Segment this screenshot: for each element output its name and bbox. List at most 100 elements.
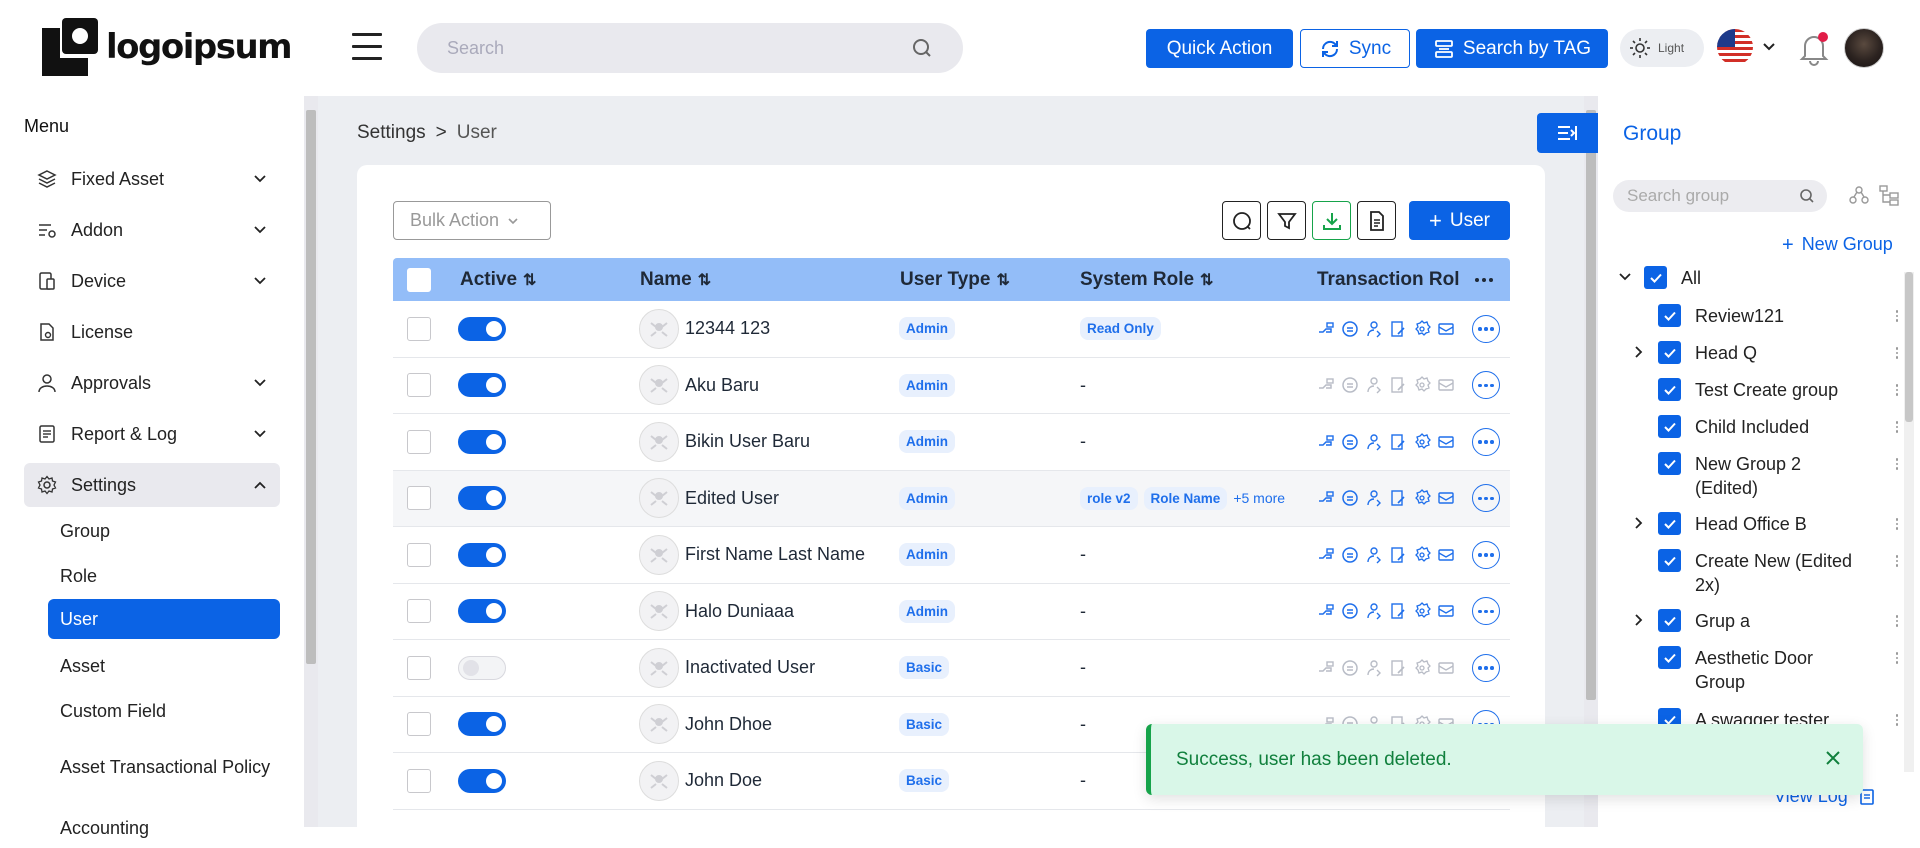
group-tree-item[interactable]: Head Office B <box>1598 512 1898 536</box>
user-name[interactable]: Edited User <box>685 488 779 509</box>
row-checkbox[interactable] <box>407 712 431 737</box>
new-group-button[interactable]: + New Group <box>1782 234 1893 255</box>
sidebar-item-license[interactable]: License <box>24 310 280 354</box>
transfer-icon[interactable] <box>1365 489 1383 507</box>
row-checkbox[interactable] <box>407 486 431 511</box>
hamburger-menu-button[interactable] <box>352 33 382 61</box>
active-toggle[interactable] <box>458 486 506 511</box>
group-tree-item[interactable]: New Group 2 (Edited) <box>1598 452 1898 500</box>
settings-badge-icon[interactable] <box>1413 658 1431 677</box>
table-row[interactable]: Aku Baru Admin - <box>393 358 1510 414</box>
sidebar-subitem-role[interactable]: Role <box>48 556 280 596</box>
edit-asset-icon[interactable] <box>1389 433 1407 451</box>
user-name[interactable]: 12344 123 <box>685 318 770 339</box>
more-roles-link[interactable]: +5 more <box>1233 490 1285 506</box>
search-icon[interactable] <box>911 37 933 59</box>
user-name[interactable]: Inactivated User <box>685 657 815 678</box>
edit-asset-icon[interactable] <box>1389 659 1407 677</box>
row-checkbox[interactable] <box>407 542 431 567</box>
mail-icon[interactable] <box>1437 376 1455 394</box>
group-tree-item[interactable]: Child Included <box>1598 415 1898 439</box>
group-options-button[interactable] <box>1895 555 1898 567</box>
global-search-input[interactable] <box>447 37 911 59</box>
logo[interactable]: logoipsum <box>42 18 293 76</box>
handover-icon[interactable] <box>1317 546 1335 564</box>
exchange-icon[interactable] <box>1341 489 1359 507</box>
row-checkbox[interactable] <box>407 599 431 624</box>
group-tree-item[interactable]: Test Create group <box>1598 378 1898 402</box>
mail-icon[interactable] <box>1437 546 1455 564</box>
breadcrumb-parent[interactable]: Settings <box>357 122 426 144</box>
active-toggle[interactable] <box>458 542 506 567</box>
transfer-icon[interactable] <box>1365 433 1383 451</box>
row-checkbox[interactable] <box>407 316 431 341</box>
handover-icon[interactable] <box>1317 376 1335 394</box>
user-name[interactable]: Aku Baru <box>685 375 759 396</box>
row-checkbox[interactable] <box>407 373 431 398</box>
notification-bell-icon[interactable] <box>1796 30 1832 66</box>
language-chevron-down-icon[interactable] <box>1761 39 1777 55</box>
group-tree-item[interactable]: All <box>1598 266 1898 290</box>
active-toggle[interactable] <box>458 373 506 398</box>
sidebar-item-addon[interactable]: Addon <box>24 208 280 252</box>
transfer-icon[interactable] <box>1365 320 1383 338</box>
sidebar-subitem-accounting[interactable]: Accounting <box>48 808 280 848</box>
group-tree-item[interactable]: Review121 <box>1598 304 1898 328</box>
column-options-button[interactable] <box>1475 258 1493 301</box>
group-tree-item[interactable]: Head Q <box>1598 341 1898 365</box>
table-row[interactable]: Inactivated User Basic - <box>393 640 1510 697</box>
row-checkbox[interactable] <box>407 429 431 454</box>
edit-asset-icon[interactable] <box>1389 602 1407 620</box>
group-options-button[interactable] <box>1895 615 1898 627</box>
row-actions-button[interactable] <box>1472 653 1500 682</box>
us-flag-icon[interactable] <box>1717 29 1753 65</box>
mail-icon[interactable] <box>1437 602 1455 620</box>
global-search[interactable] <box>417 23 963 73</box>
row-checkbox[interactable] <box>407 768 431 793</box>
active-toggle[interactable] <box>458 768 506 793</box>
transfer-icon[interactable] <box>1365 602 1383 620</box>
tree-view-icon[interactable] <box>1878 184 1900 206</box>
mail-icon[interactable] <box>1437 659 1455 677</box>
edit-asset-icon[interactable] <box>1389 376 1407 394</box>
active-toggle[interactable] <box>458 316 506 341</box>
group-checkbox[interactable] <box>1658 304 1681 327</box>
sync-button[interactable]: Sync <box>1300 29 1410 68</box>
group-checkbox[interactable] <box>1658 609 1681 632</box>
row-checkbox[interactable] <box>407 655 431 680</box>
group-options-button[interactable] <box>1895 458 1898 470</box>
exchange-icon[interactable] <box>1341 546 1359 564</box>
settings-badge-icon[interactable] <box>1413 602 1431 620</box>
select-all-checkbox[interactable] <box>407 267 431 292</box>
chevron-right-icon[interactable] <box>1632 516 1646 530</box>
column-name[interactable]: Name ⇅ <box>640 258 711 301</box>
group-checkbox[interactable] <box>1658 378 1681 401</box>
user-name[interactable]: John Doe <box>685 770 762 791</box>
settings-badge-icon[interactable] <box>1413 545 1431 564</box>
column-user-type[interactable]: User Type ⇅ <box>900 258 1010 301</box>
group-tree-item[interactable]: Aesthetic Door Group <box>1598 646 1898 694</box>
handover-icon[interactable] <box>1317 659 1335 677</box>
table-row[interactable]: First Name Last Name Admin - <box>393 527 1510 584</box>
settings-badge-icon[interactable] <box>1413 432 1431 451</box>
chevron-down-icon[interactable] <box>1618 270 1632 284</box>
sidebar-scrollbar[interactable] <box>304 96 318 827</box>
handover-icon[interactable] <box>1317 602 1335 620</box>
handover-icon[interactable] <box>1317 433 1335 451</box>
settings-badge-icon[interactable] <box>1413 376 1431 394</box>
exchange-icon[interactable] <box>1341 320 1359 338</box>
group-hierarchy-icon[interactable] <box>1848 184 1870 206</box>
edit-asset-icon[interactable] <box>1389 546 1407 564</box>
sidebar-item-device[interactable]: Device <box>24 259 280 303</box>
group-options-button[interactable] <box>1895 310 1898 322</box>
exchange-icon[interactable] <box>1341 433 1359 451</box>
group-tree-item[interactable]: Create New (Edited 2x) <box>1598 549 1898 597</box>
group-options-button[interactable] <box>1895 421 1898 433</box>
column-active[interactable]: Active ⇅ <box>460 258 536 301</box>
edit-asset-icon[interactable] <box>1389 320 1407 338</box>
theme-toggle[interactable]: Light <box>1620 29 1704 67</box>
group-options-button[interactable] <box>1895 347 1898 359</box>
group-checkbox[interactable] <box>1644 266 1667 289</box>
table-row[interactable]: Bikin User Baru Admin - <box>393 414 1510 471</box>
transfer-icon[interactable] <box>1365 376 1383 394</box>
